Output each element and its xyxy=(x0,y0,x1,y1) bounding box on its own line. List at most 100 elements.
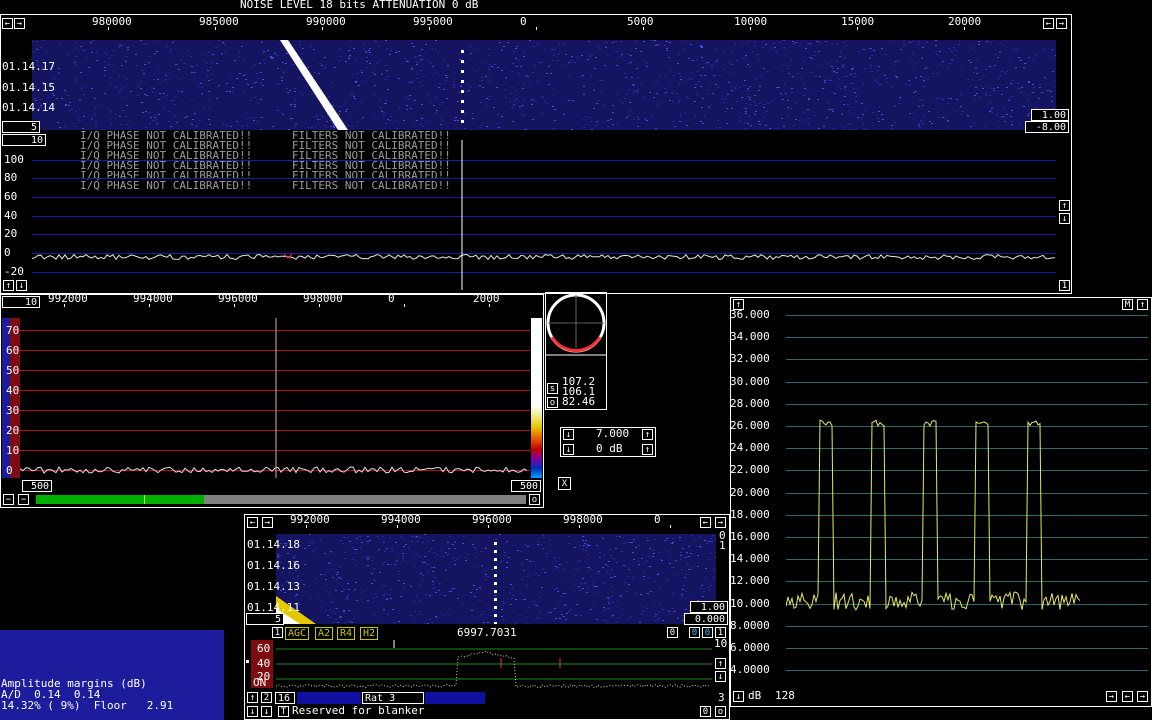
wide-spectrum-up-button[interactable]: ↑ xyxy=(3,280,14,291)
smeter-o-button[interactable]: o xyxy=(547,397,558,408)
freq-down-button[interactable]: ↓ xyxy=(563,429,574,440)
waterfall-pixel xyxy=(708,107,710,108)
hires-waterfall-pixel xyxy=(563,616,565,617)
waterfall-pixel xyxy=(855,41,857,42)
baseband-avg-box[interactable]: 10 xyxy=(2,296,40,308)
hires-left-button[interactable]: ← xyxy=(247,517,258,528)
waterfall-pixel xyxy=(243,75,245,76)
waterfall-pixel xyxy=(994,65,996,66)
baseband-level-bar[interactable] xyxy=(36,495,526,504)
db-up-button[interactable]: ↑ xyxy=(642,444,653,455)
waterfall-pixel xyxy=(683,49,685,50)
hires-bottom-0[interactable]: 0 xyxy=(700,706,711,717)
waterfall-pixel xyxy=(164,73,166,74)
hires-b0c[interactable]: 0 xyxy=(702,627,713,638)
waterfall-pixel xyxy=(492,125,494,126)
waterfall-pixel xyxy=(498,127,500,128)
scroll-left-button[interactable]: ← xyxy=(2,18,13,29)
hires-offset-box[interactable]: 0.000 xyxy=(684,613,728,625)
scroll-right-right-button[interactable]: → xyxy=(1056,18,1067,29)
wide-spectrum-down-button[interactable]: ↓ xyxy=(16,280,27,291)
spectrum-down-button[interactable]: ↓ xyxy=(1059,213,1070,224)
hires-ctrl-1[interactable]: 1 xyxy=(272,627,283,638)
graph-right-button-2[interactable]: → xyxy=(1137,691,1148,702)
hires-down-small-button-2[interactable]: ↓ xyxy=(261,706,272,717)
waterfall-pixel xyxy=(701,57,703,58)
waterfall-pixel xyxy=(1012,121,1014,122)
waterfall-pixel xyxy=(917,44,919,45)
waterfall-pixel xyxy=(695,123,697,124)
graph-left-button[interactable]: ← xyxy=(1122,691,1133,702)
hires-waterfall-pixel xyxy=(623,565,625,566)
hires-timestamp: 01.14.16 xyxy=(247,559,300,572)
waterfall-pixel xyxy=(357,73,359,74)
waterfall-pixel xyxy=(954,55,956,56)
waterfall-pixel xyxy=(766,111,768,112)
smeter-s-button[interactable]: s xyxy=(547,383,558,394)
a2-toggle[interactable]: A2 xyxy=(315,627,334,640)
wide-gain-box[interactable]: 1.00 xyxy=(1031,109,1069,121)
waterfall-pixel xyxy=(702,123,704,124)
hires-up-small-button[interactable]: ↑ xyxy=(247,692,258,703)
hires-right-button-2[interactable]: → xyxy=(715,517,726,528)
waterfall-pixel xyxy=(416,64,418,65)
scroll-left-right-button[interactable]: ← xyxy=(1043,18,1054,29)
hires-waterfall-pixel xyxy=(346,597,348,598)
hires-gain-box[interactable]: 1.00 xyxy=(690,601,728,613)
hires-waterfall-pixel xyxy=(454,564,456,565)
wide-right-small-box[interactable]: 1 xyxy=(1059,280,1070,291)
waterfall-pixel xyxy=(45,52,47,53)
hires-waterfall-pixel xyxy=(454,560,456,561)
freq-up-button[interactable]: ↑ xyxy=(642,429,653,440)
baseband-minus-button[interactable]: − xyxy=(3,494,14,505)
hires-rat-box[interactable]: Rat 3 xyxy=(362,692,424,704)
hires-waterfall-pixel xyxy=(609,573,611,574)
hires-waterfall-pixel xyxy=(424,623,426,624)
hires-waterfall-pixel xyxy=(484,570,486,571)
baseband-bandwidth-right[interactable]: 500 xyxy=(511,480,541,492)
hires-waterfall-pixel xyxy=(392,609,394,610)
hires-b0[interactable]: 0 xyxy=(667,627,678,638)
waterfall-pixel xyxy=(82,128,84,129)
waterfall-pixel xyxy=(978,44,980,45)
spectrum-up-button[interactable]: ↑ xyxy=(1059,200,1070,211)
hires-waterfall-pixel xyxy=(605,608,607,609)
hires-waterfall-pixel xyxy=(714,539,716,540)
hires-bottom-o[interactable]: o xyxy=(715,706,726,717)
db-down-button[interactable]: ↓ xyxy=(563,444,574,455)
h2-toggle[interactable]: H2 xyxy=(360,627,379,640)
hires-up-button[interactable]: ↑ xyxy=(715,658,726,669)
hires-2-button[interactable]: 2 xyxy=(261,692,272,703)
hires-waterfall-pixel xyxy=(582,540,584,541)
hires-right-button[interactable]: → xyxy=(262,517,273,528)
graph-down-button[interactable]: ↓ xyxy=(733,691,744,702)
waterfall-pixel xyxy=(763,68,765,69)
agc-toggle[interactable]: AGC xyxy=(285,627,310,640)
hires-waterfall-pixel xyxy=(309,542,311,543)
hires-blue-field-2[interactable] xyxy=(425,692,485,704)
waterfall-pixel xyxy=(159,113,161,114)
hires-left-button-2[interactable]: ← xyxy=(700,517,711,528)
hires-down-small-button[interactable]: ↓ xyxy=(247,706,258,717)
r4-toggle[interactable]: R4 xyxy=(337,627,356,640)
waterfall-pixel xyxy=(362,117,364,118)
hires-blue-field-1[interactable] xyxy=(297,692,361,704)
graph-right-button[interactable]: → xyxy=(1106,691,1117,702)
hires-b0b[interactable]: 0 xyxy=(689,627,700,638)
close-x-button[interactable]: X xyxy=(558,477,571,490)
baseband-o-button[interactable]: o xyxy=(529,494,540,505)
waterfall-pixel xyxy=(1019,88,1021,89)
scroll-right-button[interactable]: → xyxy=(14,18,25,29)
hires-t-button[interactable]: T xyxy=(278,706,289,717)
baseband-bandwidth-left[interactable]: 500 xyxy=(22,480,52,492)
waterfall-pixel xyxy=(156,51,158,52)
hires-16-box[interactable]: 16 xyxy=(275,692,295,704)
wide-offset-box[interactable]: -8.00 xyxy=(1025,121,1069,133)
waterfall-pixel xyxy=(702,98,704,99)
waterfall-pixel xyxy=(529,40,531,41)
waterfall-pixel xyxy=(844,96,846,97)
baseband-minus-button-2[interactable]: − xyxy=(18,494,29,505)
hires-avg-box[interactable]: 5 xyxy=(246,613,284,625)
wide-average-box[interactable]: 5 xyxy=(2,121,40,133)
hires-down-button[interactable]: ↓ xyxy=(715,671,726,682)
